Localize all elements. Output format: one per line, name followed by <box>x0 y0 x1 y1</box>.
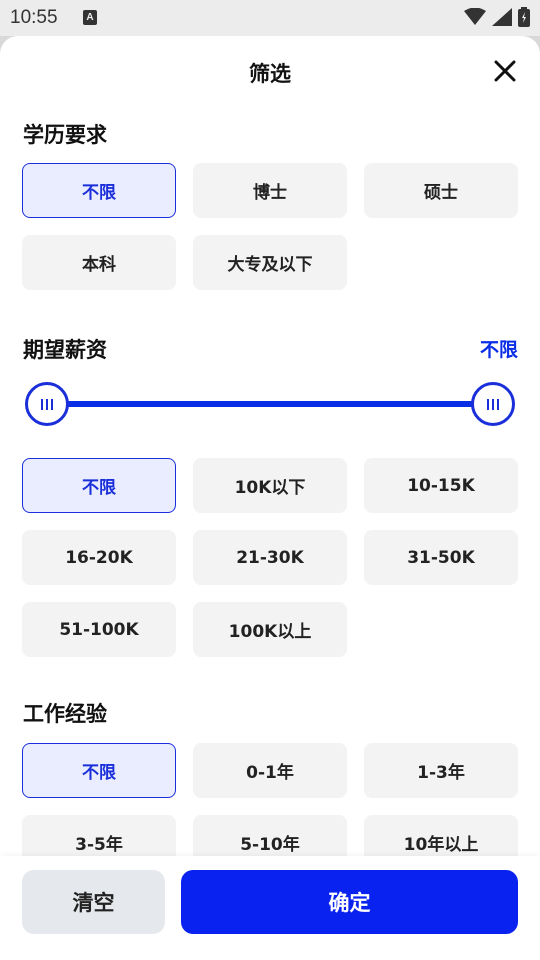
salary-section-title: 期望薪资 <box>23 338 107 362</box>
education-section-title: 学历要求 <box>23 123 107 147</box>
salary-option[interactable]: 10-15K <box>364 458 518 513</box>
education-option[interactable]: 硕士 <box>364 163 518 218</box>
filter-sheet: 筛选 学历要求 不限 博士 硕士 本科 大专及以下 期望薪资 不限 不限 10K… <box>0 36 540 960</box>
confirm-button[interactable]: 确定 <box>181 870 518 934</box>
wifi-icon <box>464 8 486 25</box>
salary-option[interactable]: 21-30K <box>193 530 347 585</box>
experience-option[interactable]: 1-3年 <box>364 743 518 798</box>
salary-options: 不限 10K以下 10-15K 16-20K 21-30K 31-50K 51-… <box>22 458 518 657</box>
education-options: 不限 博士 硕士 本科 大专及以下 <box>22 163 518 290</box>
sheet-title: 筛选 <box>249 62 291 86</box>
experience-options: 不限 0-1年 1-3年 3-5年 5-10年 10年以上 <box>22 743 518 870</box>
salary-option[interactable]: 不限 <box>22 458 176 513</box>
notification-a-icon: A <box>83 10 97 25</box>
close-icon <box>494 60 516 82</box>
slider-thumb-min[interactable] <box>25 382 69 426</box>
cell-signal-icon <box>492 8 512 26</box>
salary-value: 不限 <box>479 339 518 361</box>
status-time: 10:55 <box>10 7 58 28</box>
status-bar: 10:55 A <box>0 0 540 36</box>
salary-option[interactable]: 100K以上 <box>193 602 347 657</box>
clear-button[interactable]: 清空 <box>22 870 165 934</box>
salary-option[interactable]: 16-20K <box>22 530 176 585</box>
close-button[interactable] <box>492 58 518 84</box>
education-option[interactable]: 博士 <box>193 163 347 218</box>
salary-option[interactable]: 10K以下 <box>193 458 347 513</box>
slider-thumb-max[interactable] <box>471 382 515 426</box>
education-option[interactable]: 大专及以下 <box>193 235 347 290</box>
salary-option[interactable]: 51-100K <box>22 602 176 657</box>
battery-icon <box>518 7 530 27</box>
bottom-action-bar: 清空 确定 <box>0 856 540 960</box>
salary-range-slider[interactable] <box>25 382 515 426</box>
experience-option[interactable]: 0-1年 <box>193 743 347 798</box>
salary-option[interactable]: 31-50K <box>364 530 518 585</box>
slider-track <box>47 401 493 407</box>
status-icons <box>464 7 530 27</box>
education-option[interactable]: 本科 <box>22 235 176 290</box>
experience-section-title: 工作经验 <box>23 702 107 726</box>
education-option[interactable]: 不限 <box>22 163 176 218</box>
experience-option[interactable]: 不限 <box>22 743 176 798</box>
